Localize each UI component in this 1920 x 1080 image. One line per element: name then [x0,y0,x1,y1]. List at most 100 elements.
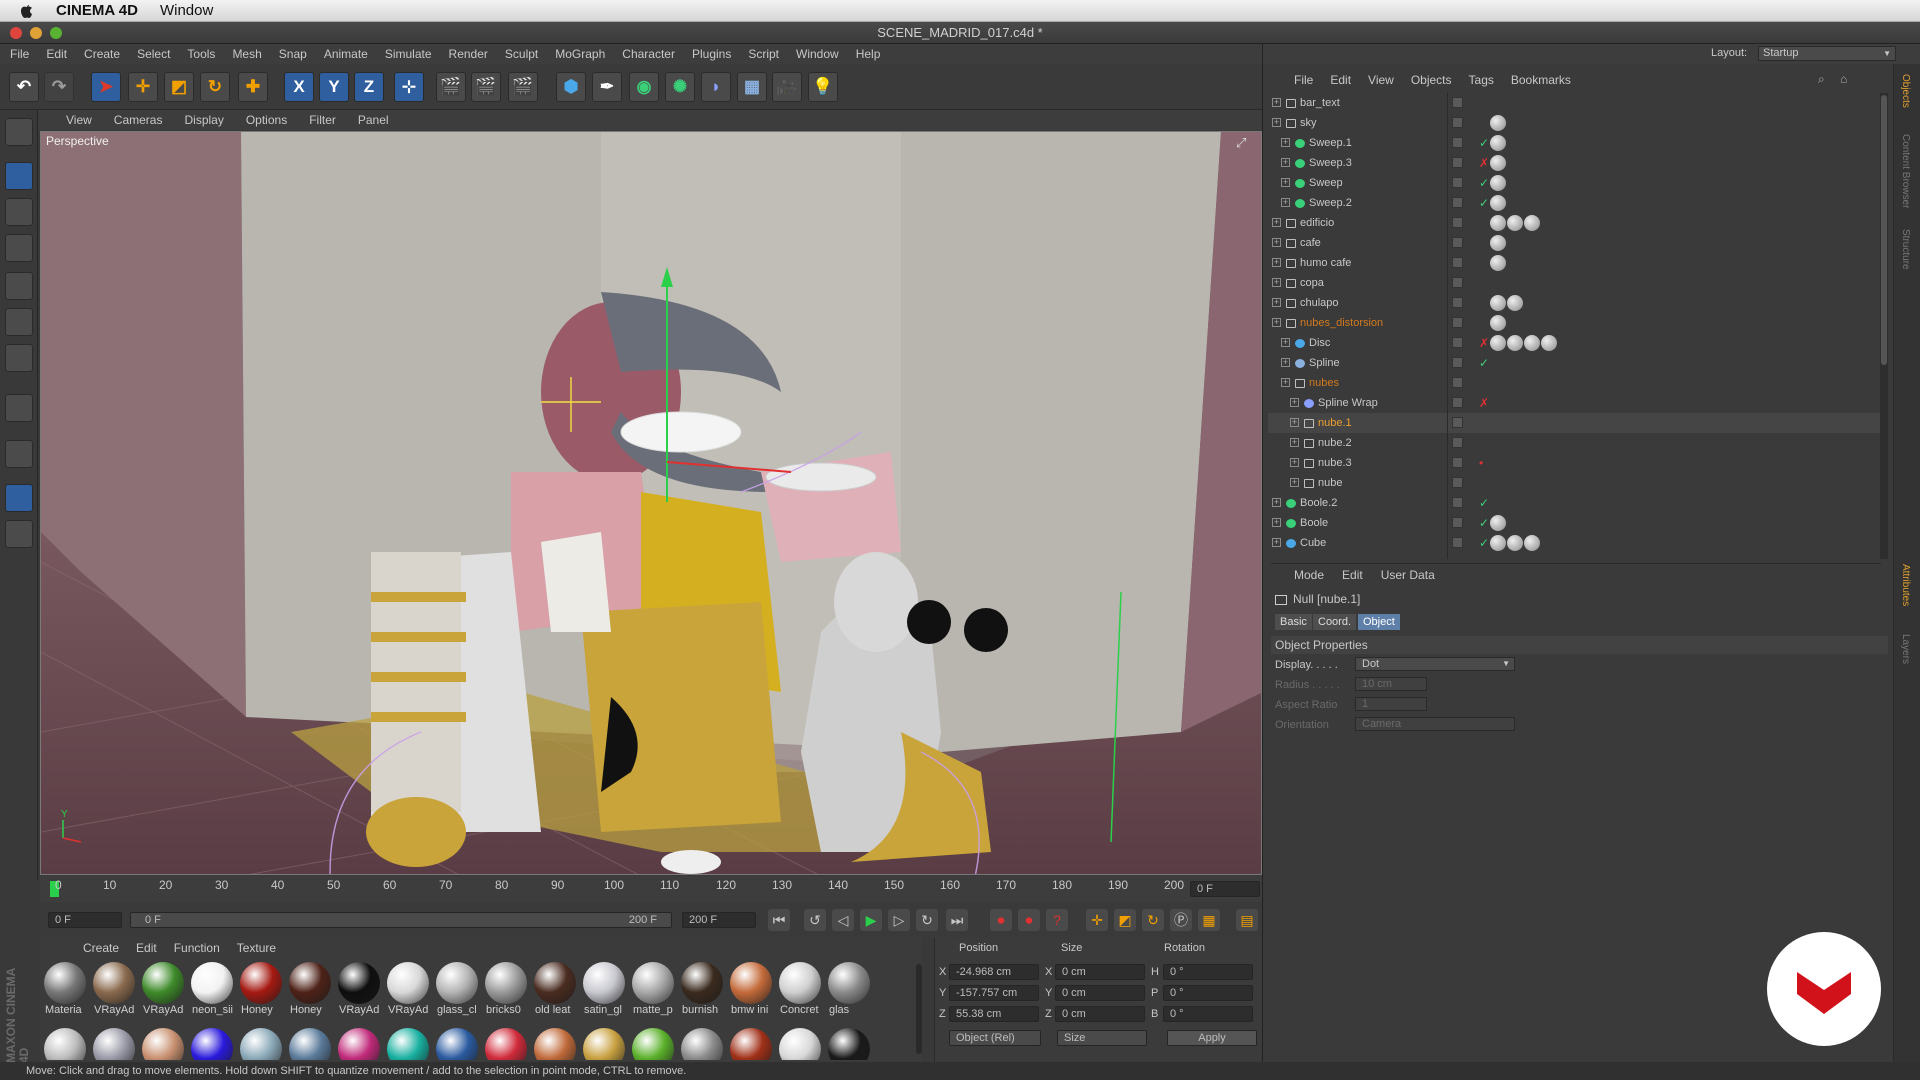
layer-visibility-icon[interactable] [1452,157,1463,168]
enabled-check-icon[interactable]: ✓ [1479,133,1489,153]
menu-file[interactable]: File [10,47,29,61]
side-tab-objects[interactable]: Objects [1900,74,1911,108]
material-tag-icon[interactable] [1507,295,1523,311]
objects-menu-view[interactable]: View [1368,73,1394,87]
material-swatch[interactable]: Concret [777,962,823,1016]
object-row[interactable]: + Disc ✗ [1268,333,1880,353]
material-tag-icon[interactable] [1507,335,1523,351]
expand-icon[interactable]: + [1281,378,1290,387]
perspective-viewport[interactable]: Y ⤢ [40,131,1262,875]
live-selection-button[interactable]: ➤ [91,72,121,102]
object-row[interactable]: + Spline Wrap ✗ [1268,393,1880,413]
material-swatch[interactable]: VRayAd [385,962,431,1016]
material-swatch[interactable]: neon_sii [189,962,235,1016]
menu-snap[interactable]: Snap [279,47,307,61]
expand-icon[interactable]: + [1281,158,1290,167]
material-tag-icon[interactable] [1524,535,1540,551]
snap-button[interactable] [5,440,33,468]
object-row[interactable]: + cafe [1268,233,1880,253]
os-app-menu[interactable]: CINEMA 4D [56,2,138,19]
key-pla-button[interactable]: ▦ [1198,909,1220,931]
close-window-button[interactable] [10,27,22,39]
enabled-check-icon[interactable]: ✓ [1479,353,1489,373]
expand-icon[interactable]: + [1281,178,1290,187]
material-swatch[interactable] [679,1028,725,1060]
object-row[interactable]: + nubes_distorsion [1268,313,1880,333]
layer-visibility-icon[interactable] [1452,177,1463,188]
layout-dropdown[interactable]: Startup ▼ [1758,46,1896,61]
enabled-check-icon[interactable]: ✓ [1479,493,1489,513]
material-tag-icon[interactable] [1490,515,1506,531]
move-tool-button[interactable]: ✛ [128,72,158,102]
layer-visibility-icon[interactable] [1452,297,1463,308]
object-tree-scrollbar[interactable] [1880,93,1888,559]
material-swatch[interactable]: bmw ini [728,962,774,1016]
material-tag-icon[interactable] [1507,215,1523,231]
layer-visibility-icon[interactable] [1452,257,1463,268]
enabled-check-icon[interactable]: ✓ [1479,193,1489,213]
object-row[interactable]: + Cube ✓ [1268,533,1880,553]
side-tab-structure[interactable]: Structure [1900,229,1911,270]
material-swatch[interactable]: burnish [679,962,725,1016]
size-z-field[interactable]: 0 cm [1055,1006,1145,1022]
object-row[interactable]: + chulapo [1268,293,1880,313]
expand-icon[interactable]: + [1290,418,1299,427]
material-swatch[interactable] [91,1028,137,1060]
start-frame-field[interactable]: 0 F [48,912,122,928]
layer-visibility-icon[interactable] [1452,477,1463,488]
enabled-check-icon[interactable]: ✓ [1479,173,1489,193]
menu-plugins[interactable]: Plugins [692,47,731,61]
layer-visibility-icon[interactable] [1452,417,1463,428]
object-row[interactable]: + Sweep.2 ✓ [1268,193,1880,213]
expand-icon[interactable]: + [1290,458,1299,467]
material-swatch[interactable] [581,1028,627,1060]
viewport-maximize-icon[interactable]: ⤢ [1236,135,1256,151]
object-row[interactable]: + Sweep.1 ✓ [1268,133,1880,153]
key-position-button[interactable]: ✛ [1086,909,1108,931]
locked-workplane-button[interactable] [5,520,33,548]
layer-visibility-icon[interactable] [1452,537,1463,548]
material-swatch[interactable]: Materia [42,962,88,1016]
expand-icon[interactable]: + [1272,298,1281,307]
menu-render[interactable]: Render [449,47,488,61]
menu-edit[interactable]: Edit [46,47,67,61]
object-row[interactable]: + Spline ✓ [1268,353,1880,373]
pos-y-field[interactable]: -157.757 cm [949,985,1039,1001]
material-swatch[interactable]: matte_p [630,962,676,1016]
menu-help[interactable]: Help [856,47,881,61]
previous-key-button[interactable]: ↺ [804,909,826,931]
add-camera-button[interactable]: 🎥 [772,72,802,102]
play-button[interactable]: ▶ [860,909,882,931]
object-row[interactable]: + humo cafe [1268,253,1880,273]
search-icon[interactable]: ⌕ [1818,72,1825,87]
attr-menu-edit[interactable]: Edit [1342,568,1363,582]
frame-range-slider[interactable]: 0 F 200 F [130,912,672,928]
size-y-field[interactable]: 0 cm [1055,985,1145,1001]
material-tag-icon[interactable] [1507,535,1523,551]
rot-p-field[interactable]: 0 ° [1163,985,1253,1001]
add-array-button[interactable]: ✺ [665,72,695,102]
layer-visibility-icon[interactable] [1452,117,1463,128]
object-row[interactable]: + bar_text [1268,93,1880,113]
goto-end-button[interactable]: ⏭ [946,909,968,931]
recent-tool-button[interactable]: ✚ [238,72,268,102]
expand-icon[interactable]: + [1272,98,1281,107]
record-keys-button[interactable]: ⏺ [990,909,1012,931]
expand-icon[interactable]: + [1290,398,1299,407]
viewport-menu-display[interactable]: Display [184,113,223,127]
material-swatch[interactable] [385,1028,431,1060]
minimize-window-button[interactable] [30,27,42,39]
material-swatch[interactable] [777,1028,823,1060]
rot-h-field[interactable]: 0 ° [1163,964,1253,980]
material-menu-create[interactable]: Create [83,941,119,955]
material-menu-edit[interactable]: Edit [136,941,157,955]
tab-object[interactable]: Object [1358,614,1400,630]
material-swatch[interactable]: VRayAd [140,962,186,1016]
end-frame-field[interactable]: 200 F [682,912,756,928]
menu-animate[interactable]: Animate [324,47,368,61]
texture-mode-button[interactable] [5,198,33,226]
expand-icon[interactable]: + [1290,438,1299,447]
enabled-check-icon[interactable]: ✓ [1479,513,1489,533]
object-row[interactable]: + nube.1 [1268,413,1880,433]
make-editable-button[interactable] [5,118,33,146]
